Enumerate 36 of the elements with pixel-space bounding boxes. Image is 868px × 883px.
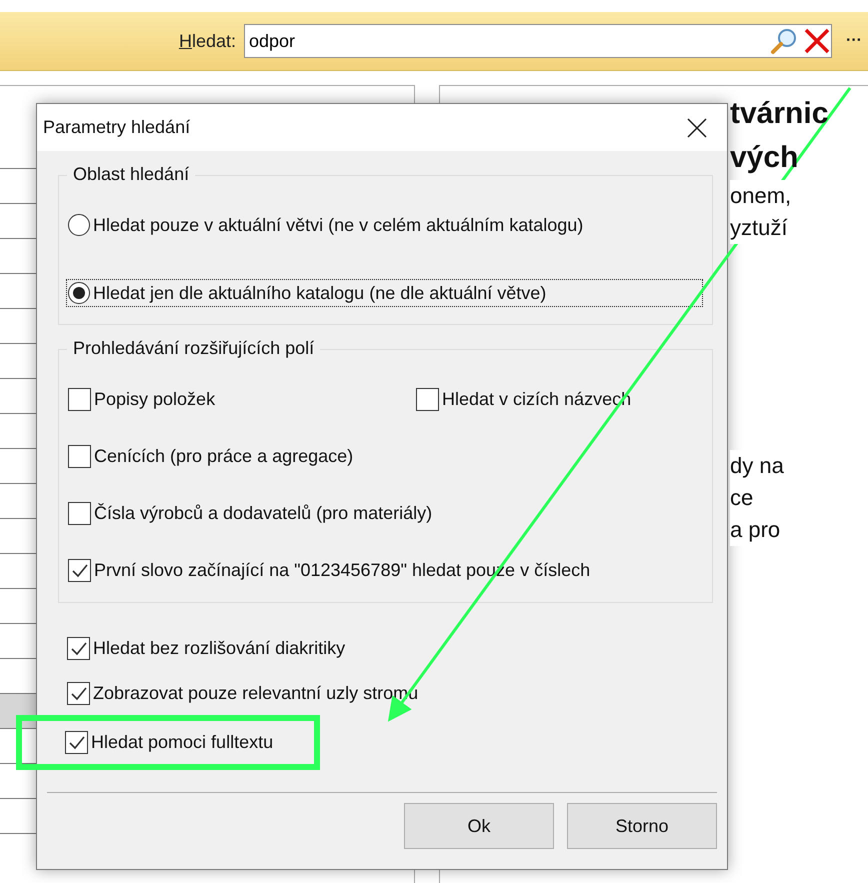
checkmark-icon (72, 564, 88, 578)
checkbox[interactable] (68, 388, 91, 411)
checkbox[interactable] (68, 445, 91, 468)
checkbox[interactable] (68, 559, 91, 582)
detail-heading: vých (730, 140, 800, 176)
checkmark-icon (70, 686, 86, 700)
checkbox-option[interactable]: Hledat pomoci fulltextu (64, 729, 274, 756)
cancel-button[interactable]: Storno (567, 803, 717, 849)
radio-option[interactable]: Hledat jen dle aktuálního katalogu (ne dle aktuální větve) (67, 280, 702, 306)
dialog-title: Parametry hledání (43, 117, 190, 138)
checkbox[interactable] (65, 731, 88, 754)
close-icon (687, 118, 707, 138)
checkbox-option[interactable]: Popisy položek (67, 386, 216, 413)
more-button[interactable]: ··· (840, 24, 868, 58)
clear-icon[interactable] (803, 27, 831, 55)
ok-button[interactable]: Ok (404, 803, 554, 849)
detail-heading: tvárnic (730, 96, 830, 132)
radio-option[interactable]: Hledat pouze v aktuální větvi (ne v celém aktuálním katalogu) (67, 212, 702, 238)
detail-text: yztuží (730, 212, 788, 244)
checkmark-icon (70, 642, 86, 656)
search-field[interactable]: odpor (244, 24, 832, 58)
checkbox-option[interactable]: Cenících (pro práce a agregace) (67, 443, 702, 470)
radio-button[interactable] (68, 214, 90, 236)
checkbox[interactable] (67, 637, 90, 660)
search-icon[interactable] (769, 26, 799, 56)
detail-text: onem, (730, 180, 792, 212)
checkbox[interactable] (416, 388, 439, 411)
checkbox-option[interactable]: Čísla výrobců a dodavatelů (pro materiály) (67, 500, 702, 527)
checkbox[interactable] (68, 502, 91, 525)
checkbox-option[interactable]: Hledat bez rozlišování diakritiky (66, 635, 346, 662)
radio-button[interactable] (68, 282, 90, 304)
group-title: Prohledávání rozšiřujících polí (67, 338, 320, 359)
checkbox[interactable] (67, 682, 90, 705)
search-input[interactable]: odpor (245, 30, 769, 52)
checkmark-icon (68, 736, 84, 750)
search-label: Hledat: (178, 30, 236, 52)
